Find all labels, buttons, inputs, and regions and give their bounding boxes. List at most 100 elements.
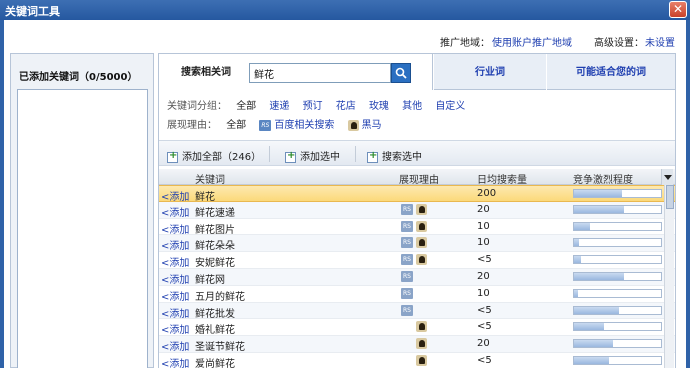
rs-icon: RS xyxy=(401,220,413,232)
search-selected-button[interactable]: 搜索选中 xyxy=(367,148,422,163)
competition-fill xyxy=(574,190,622,197)
keyword-main-panel: 搜索相关词 行业词 可能适合您的词 关键词分组： 全部 速递 预订 花店 玫瑰 … xyxy=(158,53,676,368)
group-filter-label: 关键词分组： xyxy=(167,101,227,112)
table-row[interactable]: <添加 安妮鲜花 RS <5 xyxy=(159,252,675,269)
competition-fill xyxy=(574,239,580,247)
table-row[interactable]: <添加 婚礼鲜花 <5 xyxy=(159,319,675,336)
add-icon xyxy=(285,150,296,163)
search-button[interactable] xyxy=(391,63,411,83)
group-filter-sudi[interactable]: 速递 xyxy=(269,101,289,112)
row-keyword: 鲜花速递 xyxy=(195,207,235,219)
add-row-link[interactable]: <添加 xyxy=(161,221,189,236)
table-row[interactable]: <添加 鲜花 200 xyxy=(159,185,675,203)
tab-search-label: 搜索相关词 xyxy=(181,67,231,78)
add-row-link[interactable]: <添加 xyxy=(161,338,189,353)
col-competition[interactable]: 竞争激烈程度 xyxy=(573,171,633,186)
table-body: <添加 鲜花 200 <添加 鲜花速递 RS 20 <添加 鲜花图片 RS 10 <添加 鲜花朵朵 RS 1… xyxy=(159,185,675,368)
add-all-button[interactable]: 添加全部（246） xyxy=(167,148,261,163)
row-volume: 20 xyxy=(477,338,490,350)
window-frame-left xyxy=(0,20,4,368)
row-keyword: 五月的鲜花 xyxy=(195,291,245,303)
search-icon xyxy=(395,67,407,79)
group-filter-custom[interactable]: 自定义 xyxy=(435,101,465,112)
column-menu-icon[interactable] xyxy=(661,169,673,185)
competition-bar xyxy=(573,355,662,365)
tab-suggest[interactable]: 可能适合您的词 xyxy=(547,54,675,90)
table-row[interactable]: <添加 鲜花速递 RS 20 xyxy=(159,201,675,219)
horse-icon xyxy=(416,203,427,215)
tab-bar: 搜索相关词 行业词 可能适合您的词 xyxy=(159,54,675,90)
add-selected-button[interactable]: 添加选中 xyxy=(285,148,340,163)
group-filter-row: 关键词分组： 全部 速递 预订 花店 玫瑰 其他 自定义 xyxy=(167,97,667,116)
group-filter-all[interactable]: 全部 xyxy=(236,101,256,112)
title-bar: 关键词工具 ✕ xyxy=(0,0,690,20)
row-volume: <5 xyxy=(477,304,492,316)
row-keyword: 安妮鲜花 xyxy=(195,258,235,270)
scrollbar-thumb[interactable] xyxy=(666,185,674,209)
competition-fill xyxy=(574,289,579,297)
filter-area: 关键词分组： 全部 速递 预订 花店 玫瑰 其他 自定义 展现理由： 全部 RS… xyxy=(167,97,667,135)
row-volume: <5 xyxy=(477,354,492,366)
horse-icon xyxy=(416,321,427,333)
col-reason[interactable]: 展现理由 xyxy=(399,171,439,186)
col-volume[interactable]: 日均搜索量 xyxy=(477,171,527,186)
row-volume: 20 xyxy=(477,203,490,215)
row-keyword: 鲜花批发 xyxy=(195,308,235,320)
group-filter-huadian[interactable]: 花店 xyxy=(336,101,356,112)
add-row-link[interactable]: <添加 xyxy=(161,254,189,269)
competition-bar xyxy=(573,305,662,315)
competition-fill xyxy=(574,356,609,364)
col-keyword[interactable]: 关键词 xyxy=(195,171,225,186)
competition-fill xyxy=(574,222,590,230)
competition-bar xyxy=(573,238,662,248)
reason-filter-heima[interactable]: 黑马 xyxy=(347,119,382,131)
row-keyword: 鲜花图片 xyxy=(195,224,235,236)
advanced-link[interactable]: 未设置 xyxy=(645,34,675,49)
added-keywords-list[interactable] xyxy=(17,89,148,368)
window-title: 关键词工具 xyxy=(5,5,60,18)
table-row[interactable]: <添加 鲜花批发 RS <5 xyxy=(159,302,675,320)
competition-fill xyxy=(574,340,614,348)
rs-icon: RS xyxy=(401,287,413,299)
competition-bar xyxy=(573,204,662,214)
group-filter-other[interactable]: 其他 xyxy=(402,101,422,112)
table-row[interactable]: <添加 鲜花网 RS 20 xyxy=(159,268,675,286)
competition-bar xyxy=(573,322,662,332)
table-row[interactable]: <添加 鲜花朵朵 RS 10 xyxy=(159,235,675,252)
group-filter-meigui[interactable]: 玫瑰 xyxy=(369,101,389,112)
add-row-link[interactable]: <添加 xyxy=(161,355,189,368)
table-row[interactable]: <添加 五月的鲜花 RS 10 xyxy=(159,285,675,303)
close-icon[interactable]: ✕ xyxy=(669,1,687,18)
rs-icon: RS xyxy=(401,254,413,266)
add-row-link[interactable]: <添加 xyxy=(161,237,189,252)
horse-icon xyxy=(416,338,427,350)
row-keyword: 鲜花朵朵 xyxy=(195,241,235,253)
tab-industry[interactable]: 行业词 xyxy=(434,54,546,90)
add-row-link[interactable]: <添加 xyxy=(161,321,189,336)
add-row-link[interactable]: <添加 xyxy=(161,305,189,320)
add-row-link[interactable]: <添加 xyxy=(161,188,189,203)
competition-fill xyxy=(574,205,625,213)
search-input[interactable] xyxy=(249,63,391,83)
row-volume: <5 xyxy=(477,321,492,333)
table-row[interactable]: <添加 鲜花图片 RS 10 xyxy=(159,218,675,236)
add-icon xyxy=(167,150,178,163)
row-keyword: 鲜花网 xyxy=(195,274,225,286)
row-volume: 200 xyxy=(477,188,497,199)
table-scrollbar[interactable] xyxy=(664,185,674,368)
group-filter-yuding[interactable]: 预订 xyxy=(303,101,323,112)
reason-filter-all[interactable]: 全部 xyxy=(226,120,246,131)
row-volume: <5 xyxy=(477,254,492,266)
reason-filter-baidu[interactable]: RS 百度相关搜索 xyxy=(259,119,334,131)
reason-filter-label: 展现理由： xyxy=(167,120,217,131)
action-toolbar: 添加全部（246） 添加选中 搜索选中 xyxy=(159,140,675,166)
region-link[interactable]: 使用账户推广地域 xyxy=(492,34,572,49)
rs-icon: RS xyxy=(259,119,272,131)
table-row[interactable]: <添加 爱尚鲜花 <5 xyxy=(159,352,675,368)
add-row-link[interactable]: <添加 xyxy=(161,271,189,286)
tab-search-related[interactable]: 搜索相关词 xyxy=(159,54,433,90)
region-label: 推广地域： xyxy=(440,38,490,49)
add-row-link[interactable]: <添加 xyxy=(161,204,189,219)
table-row[interactable]: <添加 圣诞节鲜花 20 xyxy=(159,336,675,353)
add-row-link[interactable]: <添加 xyxy=(161,288,189,303)
